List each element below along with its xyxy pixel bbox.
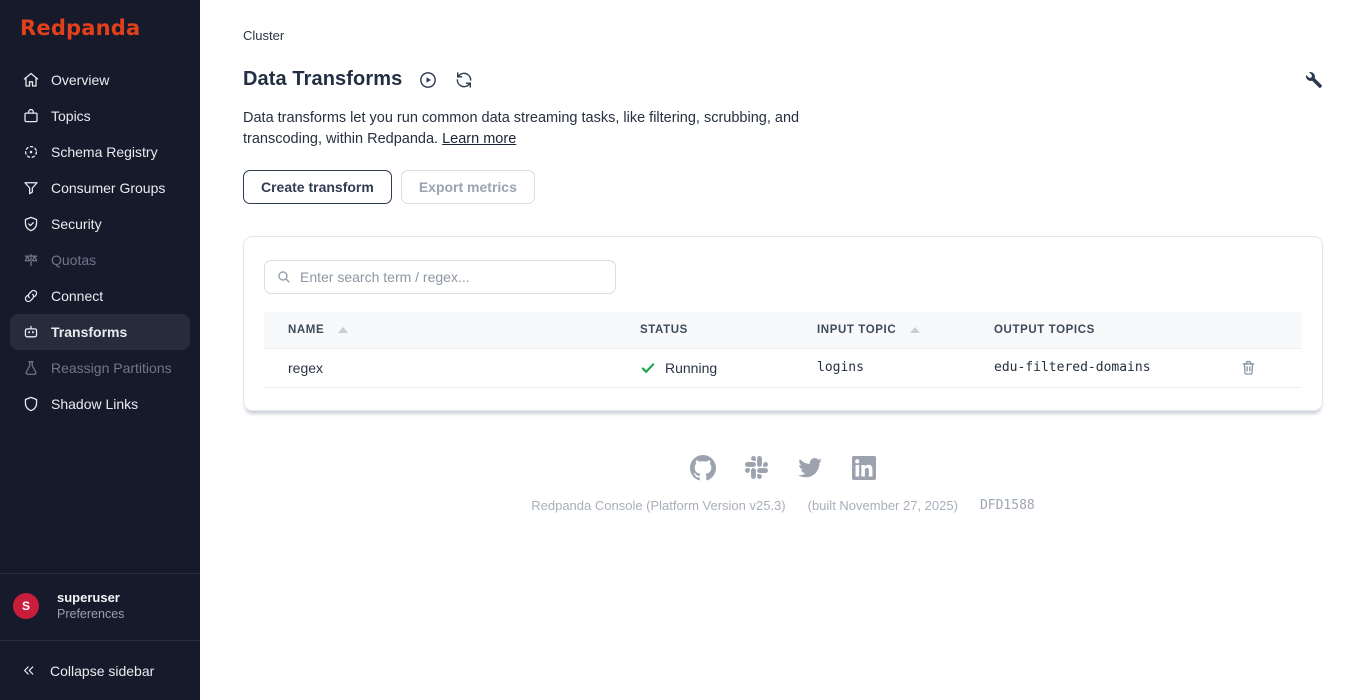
sidebar: Redpanda Overview Topics Schema Registry… (0, 0, 200, 700)
sidebar-item-transforms[interactable]: Transforms (10, 314, 190, 350)
create-transform-button[interactable]: Create transform (243, 170, 392, 204)
sidebar-item-label: Reassign Partitions (51, 360, 172, 376)
sidebar-item-security[interactable]: Security (10, 206, 190, 242)
title-row: Data Transforms (243, 68, 1323, 91)
build-date: (built November 27, 2025) (808, 498, 958, 513)
sidebar-item-label: Security (51, 216, 102, 232)
header-output-topics-label: OUTPUT TOPICS (994, 324, 1095, 336)
export-metrics-button: Export metrics (401, 170, 535, 204)
breadcrumb[interactable]: Cluster (243, 28, 1323, 43)
robot-icon (22, 323, 40, 341)
start-transform-button[interactable] (418, 70, 438, 90)
user-name: superuser (57, 589, 124, 606)
wrench-icon (1304, 70, 1323, 89)
preferences-link[interactable]: Preferences (57, 606, 124, 623)
transforms-table: NAME STATUS INPUT TOPIC OUTPUT TOPICS re… (264, 312, 1302, 388)
scales-icon (22, 251, 40, 269)
search-icon (277, 270, 291, 284)
sidebar-item-label: Connect (51, 288, 103, 304)
cell-output-topics[interactable]: edu-filtered-domains (970, 348, 1216, 387)
build-hash: DFD1588 (980, 498, 1035, 513)
sidebar-item-label: Topics (51, 108, 91, 124)
avatar: S (13, 593, 39, 619)
header-status[interactable]: STATUS (616, 312, 793, 348)
shield-icon (22, 395, 40, 413)
cell-status: Running (616, 348, 793, 387)
console-version: Redpanda Console (Platform Version v25.3… (531, 498, 785, 513)
twitter-icon[interactable] (797, 455, 823, 481)
delete-transform-button[interactable] (1240, 359, 1257, 376)
redpanda-logo-text: Redpanda (20, 16, 140, 40)
description-text: Data transforms let you run common data … (243, 110, 799, 147)
footer-social-icons (690, 455, 876, 481)
sidebar-item-reassign-partitions: Reassign Partitions (10, 350, 190, 386)
sidebar-item-label: Quotas (51, 252, 96, 268)
header-name-label: NAME (288, 324, 324, 336)
link-icon (22, 287, 40, 305)
cell-input-topic[interactable]: logins (793, 348, 970, 387)
collapse-sidebar-label: Collapse sidebar (50, 663, 154, 679)
main-content: Cluster Data Transforms Data transforms … (200, 0, 1366, 700)
chevrons-left-icon (20, 662, 37, 679)
cell-actions (1216, 348, 1302, 387)
shield-check-icon (22, 215, 40, 233)
header-actions (1216, 312, 1302, 348)
github-icon[interactable] (690, 455, 716, 481)
sidebar-item-label: Overview (51, 72, 109, 88)
topics-icon (22, 107, 40, 125)
sidebar-item-schema-registry[interactable]: Schema Registry (10, 134, 190, 170)
footer: Redpanda Console (Platform Version v25.3… (243, 455, 1323, 513)
sidebar-item-label: Transforms (51, 324, 127, 340)
user-section[interactable]: S superuser Preferences (0, 573, 200, 640)
redpanda-logo[interactable]: Redpanda (0, 0, 200, 62)
table-row[interactable]: regex Running logins edu-filtered-domain… (264, 348, 1302, 387)
trash-icon (1240, 359, 1257, 376)
table-header-row: NAME STATUS INPUT TOPIC OUTPUT TOPICS (264, 312, 1302, 348)
sort-asc-icon (910, 327, 920, 333)
collapse-sidebar-button[interactable]: Collapse sidebar (0, 640, 200, 700)
sidebar-spacer (0, 422, 200, 573)
sidebar-item-connect[interactable]: Connect (10, 278, 190, 314)
action-buttons: Create transform Export metrics (243, 170, 1323, 204)
play-circle-icon (418, 70, 438, 90)
sidebar-item-shadow-links[interactable]: Shadow Links (10, 386, 190, 422)
refresh-icon (454, 70, 474, 90)
status-badge: Running (665, 360, 717, 376)
sidebar-item-consumer-groups[interactable]: Consumer Groups (10, 170, 190, 206)
header-input-topic[interactable]: INPUT TOPIC (793, 312, 970, 348)
header-input-topic-label: INPUT TOPIC (817, 324, 896, 336)
page-title: Data Transforms (243, 68, 402, 91)
check-icon (640, 360, 656, 376)
sidebar-item-overview[interactable]: Overview (10, 62, 190, 98)
header-status-label: STATUS (640, 324, 688, 336)
sidebar-item-label: Schema Registry (51, 144, 158, 160)
header-name[interactable]: NAME (264, 312, 616, 348)
slack-icon[interactable] (745, 456, 768, 479)
settings-wrench-button[interactable] (1304, 70, 1323, 89)
funnel-icon (22, 179, 40, 197)
sidebar-nav: Overview Topics Schema Registry Consumer… (0, 62, 200, 422)
cell-name[interactable]: regex (264, 348, 616, 387)
linkedin-icon[interactable] (852, 456, 876, 480)
sidebar-item-topics[interactable]: Topics (10, 98, 190, 134)
page-description: Data transforms let you run common data … (243, 108, 835, 150)
learn-more-link[interactable]: Learn more (442, 131, 516, 147)
search-box[interactable] (264, 260, 616, 294)
footer-text: Redpanda Console (Platform Version v25.3… (531, 498, 1034, 513)
transforms-card: NAME STATUS INPUT TOPIC OUTPUT TOPICS re… (243, 236, 1323, 411)
sidebar-item-label: Shadow Links (51, 396, 138, 412)
search-input[interactable] (300, 269, 603, 285)
header-output-topics[interactable]: OUTPUT TOPICS (970, 312, 1216, 348)
refresh-button[interactable] (454, 70, 474, 90)
sidebar-item-quotas: Quotas (10, 242, 190, 278)
flask-icon (22, 359, 40, 377)
sidebar-item-label: Consumer Groups (51, 180, 165, 196)
home-icon (22, 71, 40, 89)
sort-asc-icon (338, 327, 348, 333)
schema-registry-icon (22, 143, 40, 161)
